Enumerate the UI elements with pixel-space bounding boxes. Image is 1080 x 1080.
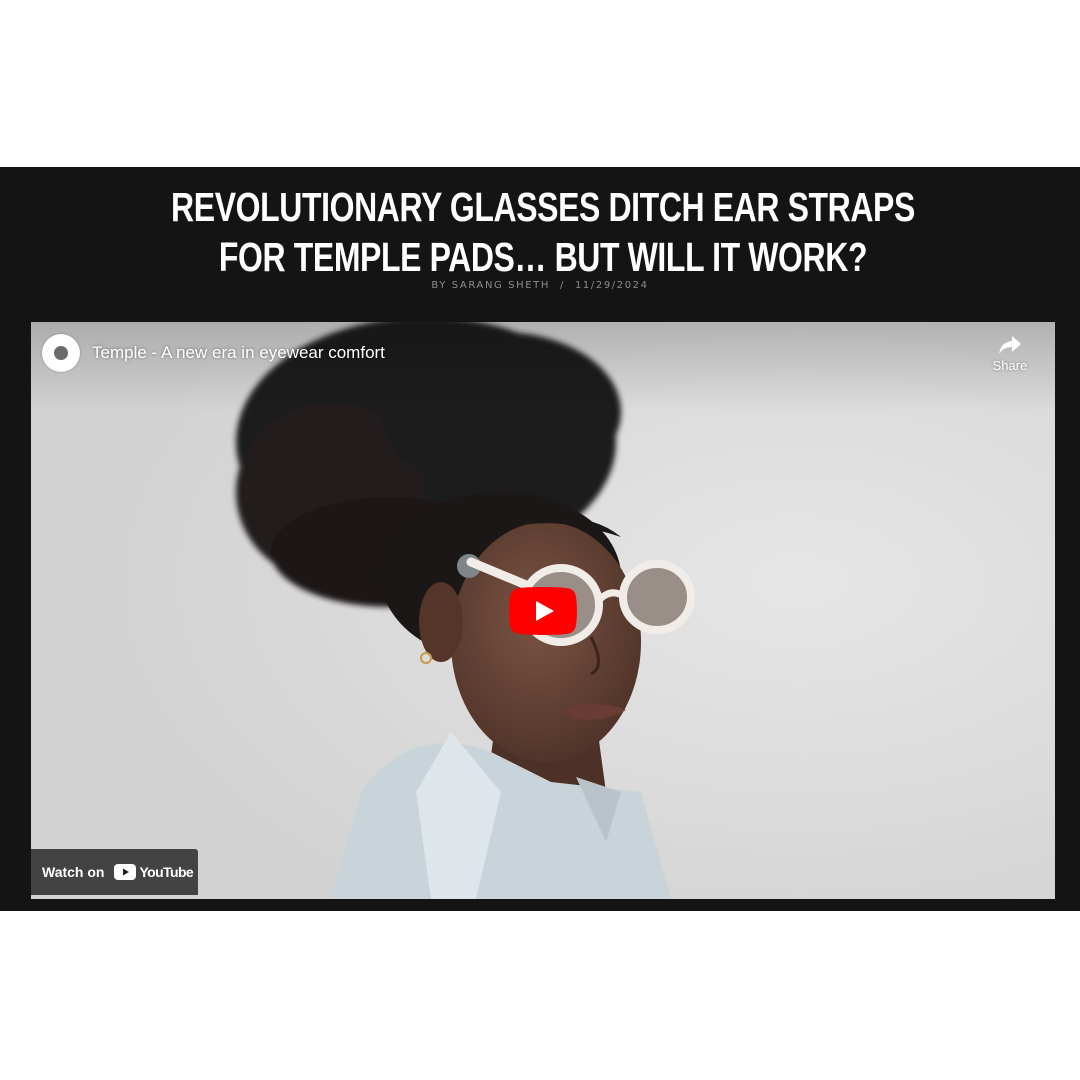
watch-on-youtube-button[interactable]: Watch on YouTube [31,849,198,895]
byline-separator: / [559,280,565,291]
play-button[interactable] [509,587,577,635]
share-arrow-icon [999,336,1021,354]
youtube-logo: YouTube [114,864,194,880]
title-overlay-shade [31,322,1055,412]
article-headline: REVOLUTIONARY GLASSES DITCH EAR STRAPS F… [171,184,915,280]
author-link[interactable]: BY SARANG SHETH [431,280,550,291]
youtube-wordmark: YouTube [139,864,194,880]
share-label: Share [992,358,1028,373]
channel-avatar[interactable] [42,334,80,372]
channel-logo-icon [54,346,68,360]
publish-date: 11/29/2024 [574,280,649,291]
youtube-player[interactable]: Temple - A new era in eyewear comfort Sh… [31,322,1055,899]
share-button[interactable]: Share [985,334,1035,384]
video-title-link[interactable]: Temple - A new era in eyewear comfort [92,343,385,363]
watch-on-label: Watch on [42,864,105,880]
article-byline: BY SARANG SHETH / 11/29/2024 [0,280,1080,291]
youtube-icon [114,864,137,880]
